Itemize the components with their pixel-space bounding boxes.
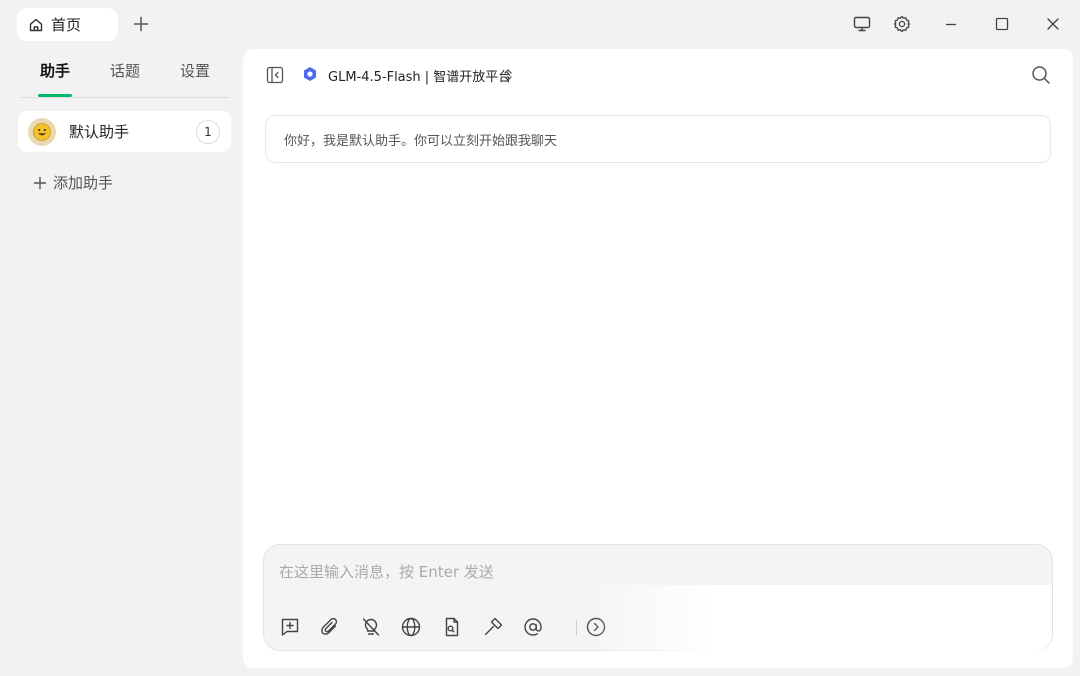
- monitor-icon[interactable]: [852, 14, 872, 34]
- toolbar-divider: [576, 620, 577, 635]
- globe-icon[interactable]: [400, 616, 422, 638]
- message-composer: [263, 544, 1053, 651]
- tab-settings[interactable]: 设置: [180, 60, 210, 81]
- close-icon[interactable]: [1043, 14, 1063, 34]
- home-icon: [28, 17, 44, 33]
- search-icon[interactable]: [1030, 64, 1052, 86]
- file-search-icon[interactable]: [441, 616, 463, 638]
- title-bar: 首页: [0, 0, 1080, 48]
- zhipu-logo-icon: [302, 66, 318, 82]
- minimize-icon[interactable]: [941, 14, 961, 34]
- maximize-icon[interactable]: [992, 14, 1012, 34]
- chat-panel: GLM-4.5-Flash | 智谱开放平台 你好，我是默认助手。你可以立刻开始…: [243, 49, 1073, 668]
- sidebar-tabs: 助手 话题 设置: [20, 48, 230, 98]
- lightbulb-off-icon[interactable]: [360, 616, 382, 638]
- sidebar: 助手 话题 设置 默认助手 1 添加助手: [0, 48, 243, 676]
- tab-assistants[interactable]: 助手: [40, 60, 70, 81]
- assistant-name: 默认助手: [69, 123, 130, 141]
- greeting-text: 你好，我是默认助手。你可以立刻开始跟我聊天: [284, 133, 558, 149]
- greeting-message: 你好，我是默认助手。你可以立刻开始跟我聊天: [265, 115, 1051, 163]
- sidebar-item-default-assistant[interactable]: 默认助手 1: [18, 111, 231, 152]
- message-input[interactable]: [279, 559, 1019, 585]
- add-tab-plus-icon[interactable]: [131, 14, 151, 34]
- smiley-emoji-icon: [33, 122, 51, 141]
- tab-home[interactable]: 首页: [17, 8, 118, 41]
- sidebar-collapse-icon[interactable]: [265, 65, 285, 85]
- add-assistant-button[interactable]: 添加助手: [33, 172, 113, 193]
- plus-icon: [33, 176, 47, 190]
- tab-topics[interactable]: 话题: [110, 60, 140, 81]
- new-topic-icon[interactable]: [279, 616, 301, 638]
- avatar: [28, 117, 56, 146]
- gear-icon[interactable]: [892, 14, 912, 34]
- topic-count-badge: 1: [196, 120, 220, 144]
- at-icon[interactable]: [522, 616, 544, 638]
- chevron-up-down-icon[interactable]: [502, 67, 514, 83]
- toolbar-fade-overlay: [582, 585, 1052, 651]
- attachment-icon[interactable]: [319, 616, 341, 638]
- tab-home-label: 首页: [51, 16, 82, 34]
- add-assistant-label: 添加助手: [53, 174, 114, 192]
- active-tab-indicator: [38, 94, 72, 97]
- hammer-icon[interactable]: [482, 616, 504, 638]
- model-selector-label[interactable]: GLM-4.5-Flash | 智谱开放平台: [328, 66, 511, 85]
